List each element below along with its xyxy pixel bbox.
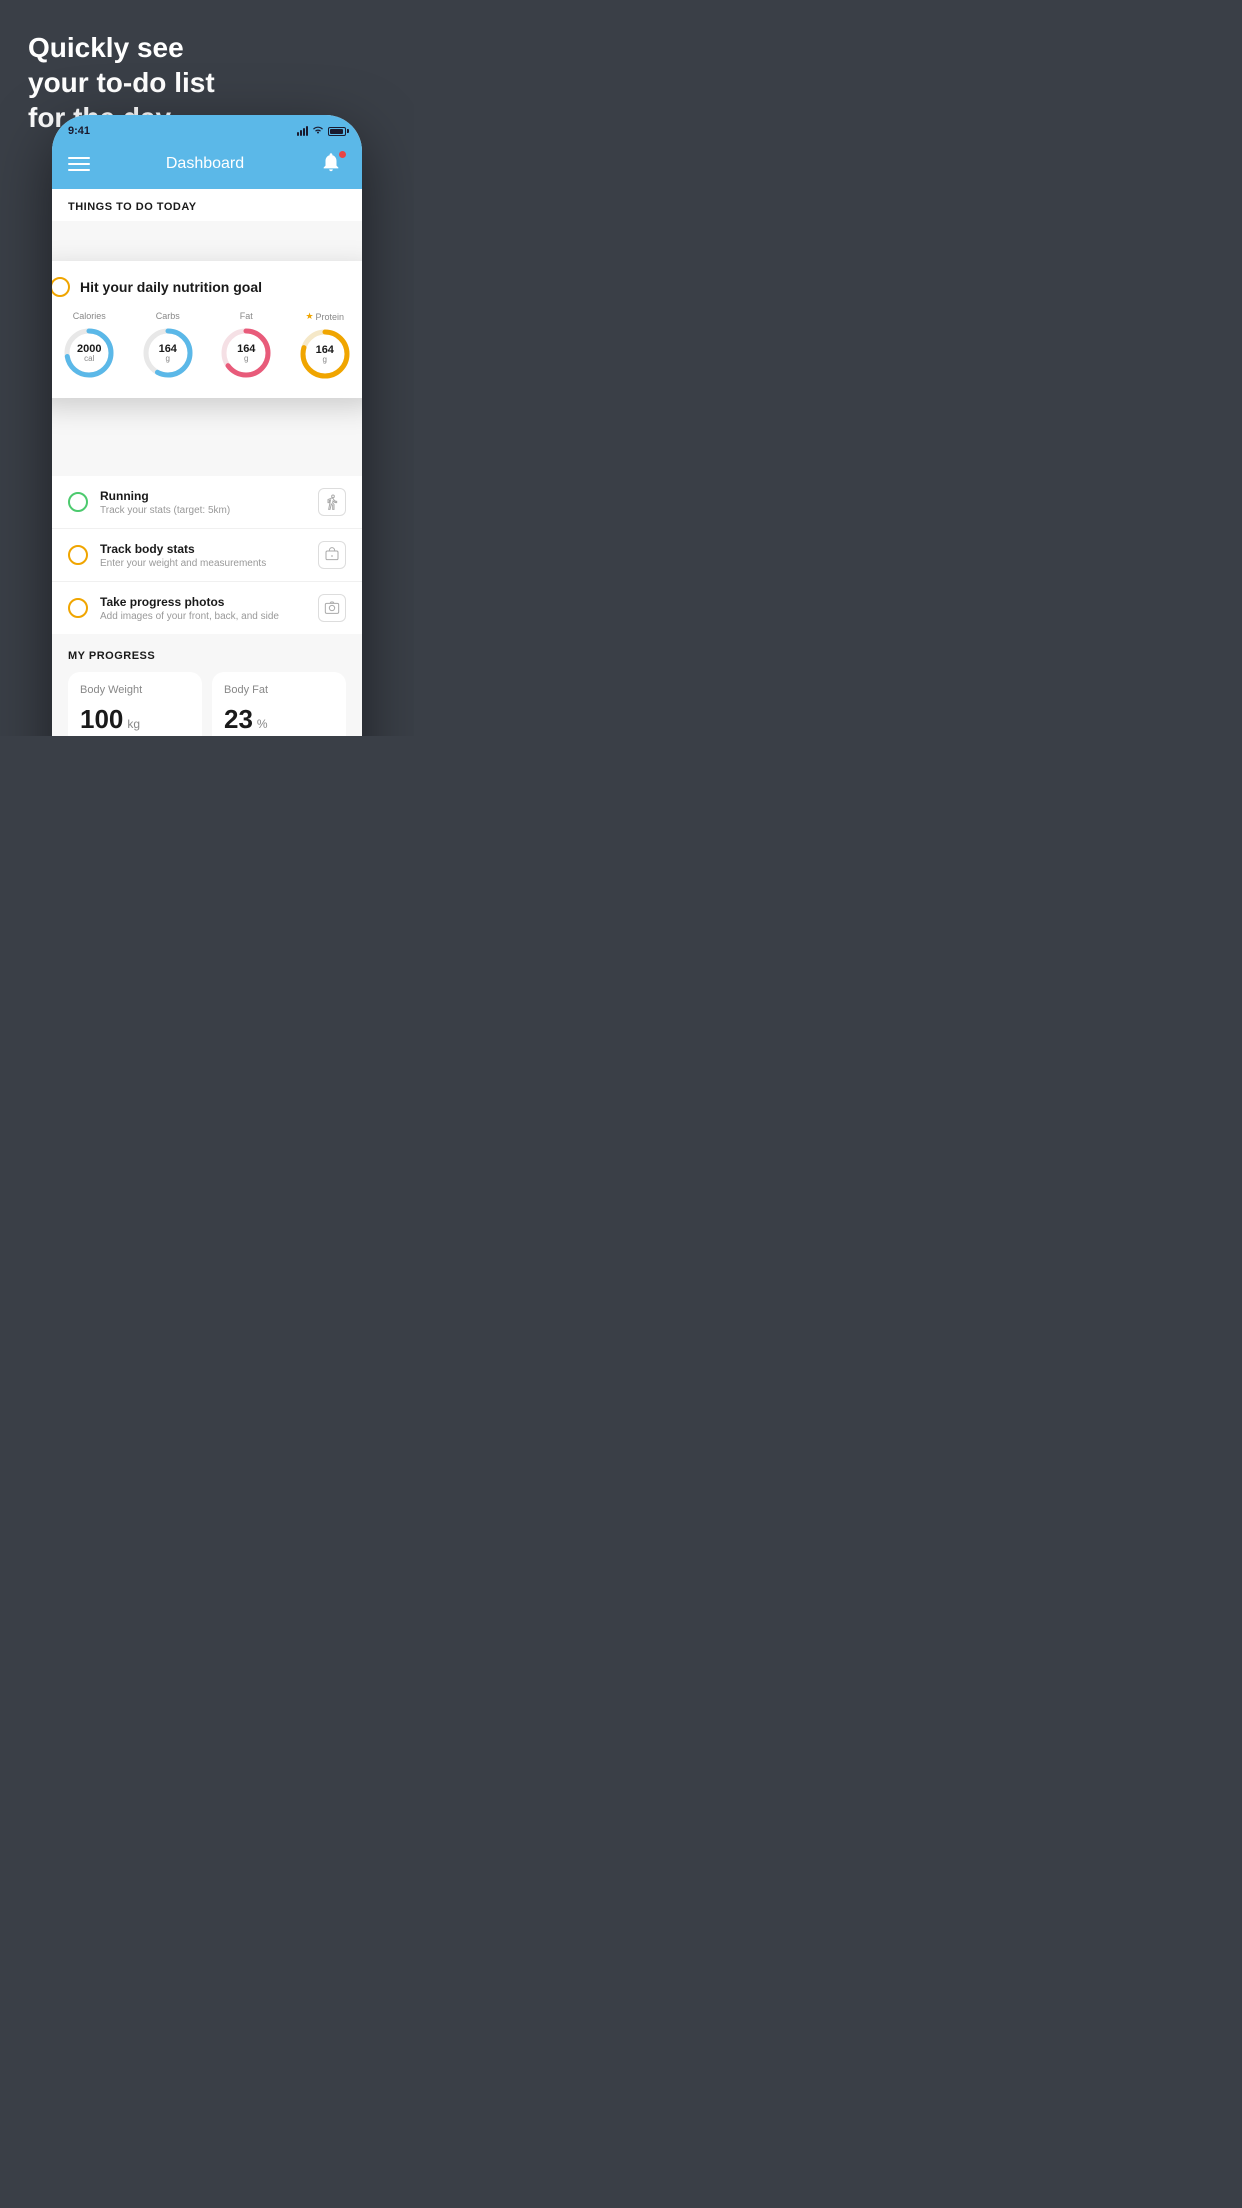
- progress-cards: Body Weight 100 kg Body Fat: [68, 672, 346, 736]
- status-time: 9:41: [68, 125, 90, 137]
- body-weight-value-row: 100 kg: [80, 704, 190, 735]
- body-fat-unit: %: [257, 717, 268, 731]
- body-stats-circle: [68, 545, 88, 565]
- running-title: Running: [100, 489, 306, 503]
- running-subtitle: Track your stats (target: 5km): [100, 505, 306, 516]
- running-text: Running Track your stats (target: 5km): [100, 489, 306, 516]
- phone-mockup: 9:41: [52, 115, 362, 736]
- card-check-circle: [52, 277, 70, 297]
- photos-title: Take progress photos: [100, 595, 306, 609]
- nutrition-calories: Calories 2000 cal: [61, 311, 117, 381]
- hero-line2: your to-do list: [28, 65, 215, 100]
- header-title: Dashboard: [166, 155, 244, 173]
- nutrition-carbs: Carbs 164 g: [140, 311, 196, 381]
- status-icons: [297, 125, 346, 137]
- calories-circle: 2000 cal: [61, 325, 117, 381]
- body-stats-title: Track body stats: [100, 542, 306, 556]
- notification-bell[interactable]: [320, 151, 346, 177]
- body-weight-value: 100: [80, 704, 123, 735]
- protein-circle: 164 g: [297, 326, 353, 382]
- carbs-unit: g: [159, 355, 177, 363]
- status-bar: 9:41: [52, 115, 362, 143]
- body-stats-text: Track body stats Enter your weight and m…: [100, 542, 306, 569]
- protein-unit: g: [316, 356, 334, 364]
- card-title-row: Hit your daily nutrition goal: [52, 277, 362, 297]
- body-fat-value: 23: [224, 704, 253, 735]
- scale-icon: [318, 541, 346, 569]
- calories-label: Calories: [73, 311, 106, 321]
- progress-header: MY PROGRESS: [68, 650, 346, 662]
- body-weight-unit: kg: [127, 717, 140, 731]
- battery-icon: [328, 127, 346, 136]
- running-icon: [318, 488, 346, 516]
- fat-circle: 164 g: [218, 325, 274, 381]
- card-title: Hit your daily nutrition goal: [80, 279, 262, 295]
- photos-circle: [68, 598, 88, 618]
- photos-text: Take progress photos Add images of your …: [100, 595, 306, 622]
- todo-list: Running Track your stats (target: 5km) T…: [52, 476, 362, 634]
- todo-item-photos[interactable]: Take progress photos Add images of your …: [52, 582, 362, 634]
- page-wrapper: Quickly see your to-do list for the day.…: [0, 0, 414, 736]
- body-weight-card: Body Weight 100 kg: [68, 672, 202, 736]
- wifi-icon: [312, 125, 324, 137]
- signal-icon: [297, 126, 308, 136]
- body-fat-value-row: 23 %: [224, 704, 334, 735]
- photos-subtitle: Add images of your front, back, and side: [100, 611, 306, 622]
- hero-line1: Quickly see: [28, 30, 215, 65]
- fat-unit: g: [237, 355, 255, 363]
- protein-label: Protein: [316, 312, 345, 322]
- star-icon: ★: [305, 311, 313, 322]
- calories-unit: cal: [77, 355, 101, 363]
- carbs-label: Carbs: [156, 311, 180, 321]
- body-weight-label: Body Weight: [80, 684, 190, 696]
- nutrition-fat: Fat 164 g: [218, 311, 274, 381]
- body-fat-card: Body Fat 23 %: [212, 672, 346, 736]
- running-circle: [68, 492, 88, 512]
- nutrition-protein: ★ Protein 164 g: [297, 311, 353, 382]
- nutrition-row: Calories 2000 cal: [52, 311, 362, 382]
- things-to-do-header: THINGS TO DO TODAY: [52, 189, 362, 221]
- carbs-circle: 164 g: [140, 325, 196, 381]
- progress-section: MY PROGRESS Body Weight 100 kg: [52, 634, 362, 736]
- photo-icon: [318, 594, 346, 622]
- nutrition-card: Hit your daily nutrition goal Calories: [52, 261, 362, 398]
- todo-item-running[interactable]: Running Track your stats (target: 5km): [52, 476, 362, 529]
- notification-dot: [339, 151, 346, 158]
- app-header: Dashboard: [52, 143, 362, 189]
- fat-label: Fat: [240, 311, 253, 321]
- hamburger-menu[interactable]: [68, 157, 90, 171]
- body-fat-label: Body Fat: [224, 684, 334, 696]
- todo-item-body-stats[interactable]: Track body stats Enter your weight and m…: [52, 529, 362, 582]
- phone-content: THINGS TO DO TODAY Hit your daily nutrit…: [52, 189, 362, 736]
- body-stats-subtitle: Enter your weight and measurements: [100, 558, 306, 569]
